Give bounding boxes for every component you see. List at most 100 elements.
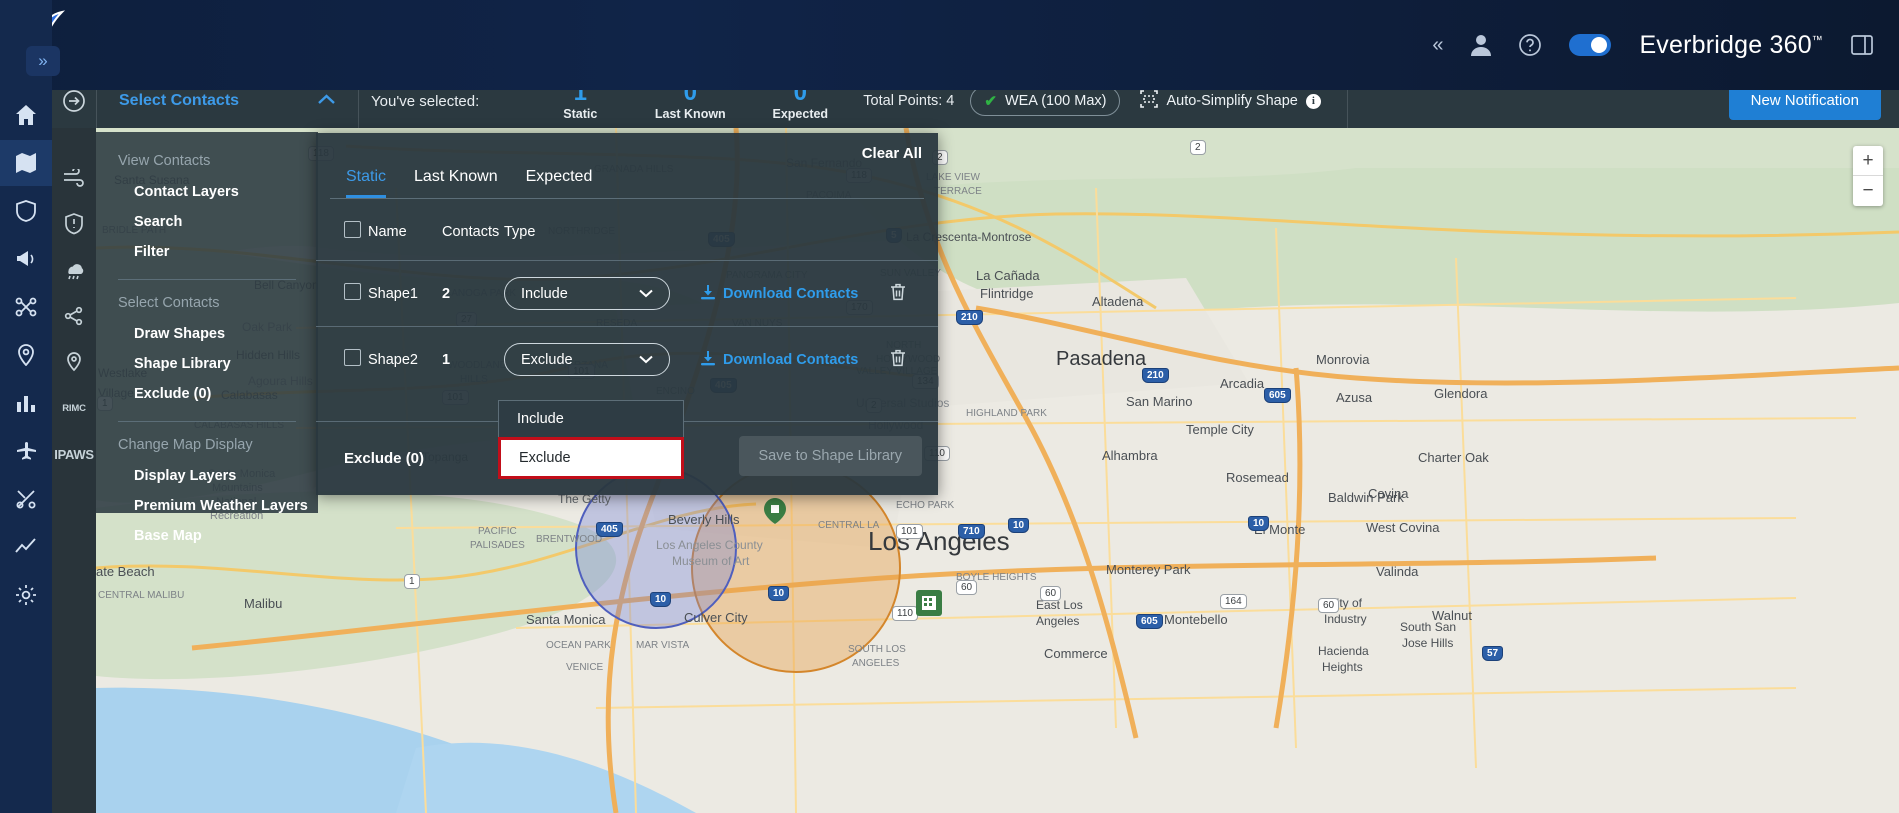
menu-group-title-select-contacts: Select Contacts [118,295,220,311]
map-tool-location[interactable] [56,346,92,378]
route-shield: 2 [1190,140,1206,155]
map-label: West Covina [1366,520,1440,535]
wea-chip[interactable]: ✔ WEA (100 Max) [970,86,1121,116]
save-to-shape-library-button[interactable]: Save to Shape Library [738,436,922,476]
info-icon[interactable]: i [1305,93,1321,109]
map-label: Baldwin Park [1328,490,1404,505]
row-checkbox[interactable] [344,283,361,300]
download-label: Download Contacts [723,351,859,368]
column-contacts: Contacts [442,223,500,240]
sidebar-item-announce[interactable] [0,236,52,282]
menu-item-display-layers[interactable]: Display Layers [96,461,318,491]
row-select-cell [316,261,368,327]
counter-static-label: Static [563,106,598,121]
double-chevron-left-icon[interactable]: « [1432,34,1443,57]
sidebar-item-network[interactable] [0,284,52,330]
menu-item-premium-weather-layers[interactable]: Premium Weather Layers [96,491,318,521]
map-tool-wind[interactable] [56,162,92,194]
map-label: VENICE [566,662,604,673]
select-all-checkbox[interactable] [344,221,361,238]
trash-icon-shape1[interactable] [890,283,906,305]
menu-item-search[interactable]: Search [96,207,318,237]
row-checkbox[interactable] [344,349,361,366]
map-label: PALISADES [470,540,525,551]
download-contacts-shape1[interactable]: Download Contacts [700,284,890,304]
map-label: Jose Hills [1402,636,1454,650]
sidebar-item-travel[interactable] [0,428,52,474]
column-name: Name [368,223,407,240]
row-contacts: 1 [442,351,451,368]
map-label: Culver City [684,610,748,625]
tab-static[interactable]: Static [346,168,387,198]
menu-item-base-map[interactable]: Base Map [96,521,318,551]
map-label: Hacienda [1318,644,1369,658]
map-label: South San [1400,620,1457,634]
sidebar-item-settings[interactable] [0,572,52,618]
map-zoom-control[interactable]: + − [1853,146,1883,206]
pin-icon [18,344,34,366]
download-contacts-shape2[interactable]: Download Contacts [700,350,890,370]
tab-expected[interactable]: Expected [526,168,593,198]
dialog-tabs: Static Last Known Expected [316,133,938,198]
map-label: OCEAN PARK [546,640,611,651]
total-points-label: Total Points: 4 [863,93,955,109]
menu-item-shape-library[interactable]: Shape Library [96,349,318,379]
sidebar-item-shield[interactable] [0,188,52,234]
recenter-button[interactable] [52,89,96,113]
menu-item-exclude[interactable]: Exclude (0) [96,379,318,409]
menu-item-draw-shapes[interactable]: Draw Shapes [96,319,318,349]
dropdown-option-include[interactable]: Include [498,400,684,437]
zoom-out-button[interactable]: − [1853,176,1883,206]
sidebar-expand-button[interactable]: » [26,46,60,76]
row-contacts: 2 [442,285,451,302]
analytics-icon [15,538,36,553]
menu-group-title-view-contacts: View Contacts [118,153,211,169]
sidebar-item-location[interactable] [0,332,52,378]
trash-icon-shape2[interactable] [890,349,906,371]
select-contacts-toggle[interactable]: Select Contacts [97,92,358,110]
poi-marker-building[interactable] [916,590,942,621]
auto-simplify-shape-button[interactable]: Auto-Simplify Shape i [1140,90,1321,112]
route-shield: 10 [768,586,790,601]
map-label: TERRACE [934,186,982,197]
user-icon[interactable] [1471,34,1492,56]
sidebar-item-map[interactable] [0,140,52,186]
map-tool-rimc[interactable]: RIMC [56,392,92,424]
poi-marker[interactable] [764,498,786,529]
sidebar-item-tools[interactable] [0,476,52,522]
map-icon [16,153,36,173]
row-download-cell: Download Contacts [700,261,890,327]
type-select-shape2[interactable]: Exclude [504,343,670,376]
sidebar-item-home[interactable] [0,92,52,138]
brand-title: Everbridge 360™ [1639,30,1823,59]
theme-toggle[interactable] [1569,34,1612,56]
menu-item-contact-layers[interactable]: Contact Layers [96,177,318,207]
map-tool-assets[interactable] [56,300,92,332]
tab-last-known[interactable]: Last Known [414,168,498,198]
sidebar-item-analytics[interactable] [0,524,52,570]
map-tool-precipitation[interactable] [56,254,92,286]
route-shield: 1 [404,574,420,589]
row-delete-cell [890,261,938,327]
clear-all-button[interactable]: Clear All [862,145,922,162]
selection-summary-label: You've selected: [371,92,480,110]
map-label: Angeles [1036,614,1080,628]
sidebar-item-reports[interactable] [0,380,52,426]
dropdown-option-exclude[interactable]: Exclude [498,437,684,479]
map-tool-hazard[interactable] [56,208,92,240]
zoom-in-button[interactable]: + [1853,146,1883,176]
map-label: Temple City [1186,422,1254,437]
row-select-cell [316,327,368,393]
row-delete-cell [890,327,938,393]
side-panel-icon[interactable] [1851,35,1873,55]
map-label: Azusa [1336,390,1373,405]
map-label: Malibu [244,596,283,611]
map-label: Flintridge [980,286,1034,301]
menu-item-filter[interactable]: Filter [96,237,318,267]
help-icon[interactable] [1519,34,1542,56]
row-download-cell: Download Contacts [700,327,890,393]
route-shield: 110 [892,606,918,621]
type-select-shape1[interactable]: Include [504,277,670,310]
map-tool-ipaws[interactable]: IPAWS [54,438,94,470]
column-download [700,199,890,261]
